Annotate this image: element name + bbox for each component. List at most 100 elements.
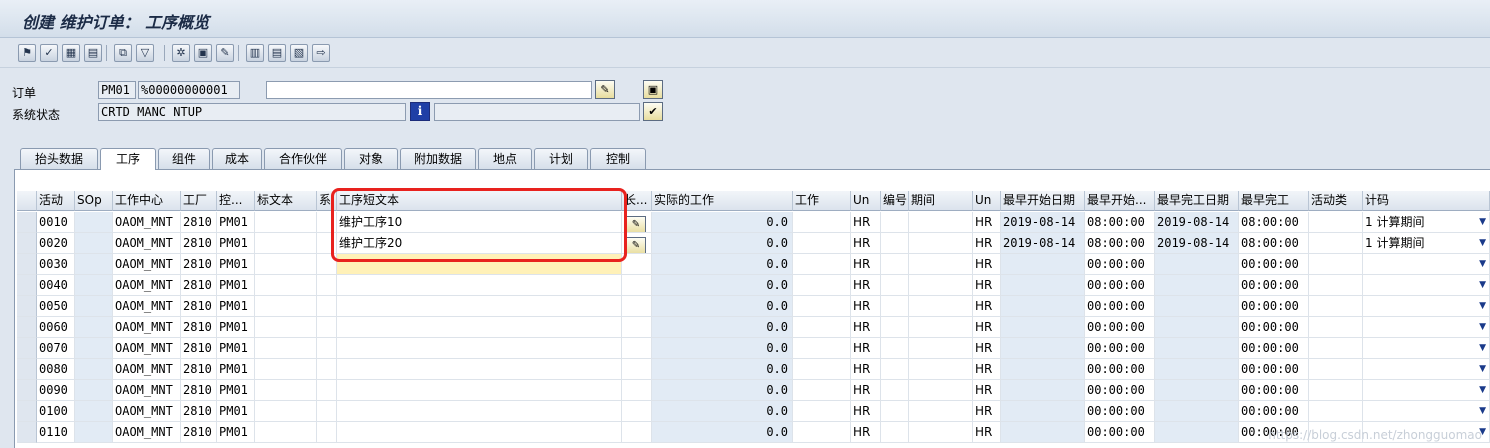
cell-col5[interactable] bbox=[255, 254, 317, 275]
cell-col12[interactable] bbox=[881, 212, 909, 233]
cell-plant[interactable]: 2810 bbox=[181, 380, 217, 401]
tab-7[interactable]: 地点 bbox=[478, 148, 532, 169]
cell-col19[interactable] bbox=[1309, 212, 1363, 233]
cell-plant[interactable]: 2810 bbox=[181, 359, 217, 380]
cell-col12[interactable] bbox=[881, 254, 909, 275]
hierarchy-button[interactable]: ⧉ bbox=[114, 44, 132, 62]
column-header-1[interactable]: SOp bbox=[75, 191, 113, 211]
column-header-18[interactable]: 最早完工 bbox=[1239, 191, 1309, 211]
cell-col1[interactable] bbox=[75, 317, 113, 338]
row-selector[interactable] bbox=[17, 422, 37, 443]
cell-col10[interactable] bbox=[793, 275, 851, 296]
cell-col10[interactable] bbox=[793, 212, 851, 233]
cell-ctrl[interactable]: PM01 bbox=[217, 359, 255, 380]
cell-text[interactable] bbox=[337, 359, 622, 380]
tab-5[interactable]: 对象 bbox=[344, 148, 398, 169]
cell-calc[interactable]: 1 计算期间 ▼ bbox=[1363, 212, 1490, 233]
cell-ctrl[interactable]: PM01 bbox=[217, 338, 255, 359]
column-header-2[interactable]: 工作中心 bbox=[113, 191, 181, 211]
cell-col6[interactable] bbox=[317, 275, 337, 296]
cell-wc[interactable]: OAOM_MNT bbox=[113, 275, 181, 296]
cell-text[interactable] bbox=[337, 296, 622, 317]
cell-col1[interactable] bbox=[75, 401, 113, 422]
header-flag-button[interactable]: ⚑ bbox=[18, 44, 36, 62]
cell-plant[interactable]: 2810 bbox=[181, 401, 217, 422]
print-button[interactable]: ▤ bbox=[268, 44, 286, 62]
cell-text[interactable] bbox=[337, 317, 622, 338]
cell-longtext[interactable]: ✎ bbox=[622, 212, 652, 233]
cell-plant[interactable]: 2810 bbox=[181, 296, 217, 317]
cell-calc[interactable]: 1 计算期间 ▼ bbox=[1363, 233, 1490, 254]
cell-calc[interactable]: ▼ bbox=[1363, 380, 1490, 401]
chevron-down-icon[interactable]: ▼ bbox=[1479, 233, 1486, 253]
cell-ctrl[interactable]: PM01 bbox=[217, 233, 255, 254]
column-header-6[interactable]: 系 bbox=[317, 191, 337, 211]
cell-col12[interactable] bbox=[881, 401, 909, 422]
cell-ctrl[interactable]: PM01 bbox=[217, 296, 255, 317]
check-button[interactable]: ✓ bbox=[40, 44, 58, 62]
cell-col10[interactable] bbox=[793, 338, 851, 359]
cell-col1[interactable] bbox=[75, 380, 113, 401]
cell-calc[interactable]: ▼ bbox=[1363, 338, 1490, 359]
tab-8[interactable]: 计划 bbox=[534, 148, 588, 169]
cell-text[interactable] bbox=[337, 380, 622, 401]
cell-col10[interactable] bbox=[793, 401, 851, 422]
cell-col10[interactable] bbox=[793, 380, 851, 401]
column-header-7[interactable]: 工序短文本 bbox=[337, 191, 622, 211]
cell-col19[interactable] bbox=[1309, 338, 1363, 359]
column-header-10[interactable]: 工作 bbox=[793, 191, 851, 211]
status-approve-button[interactable]: ✔ bbox=[643, 102, 663, 121]
cell-col6[interactable] bbox=[317, 296, 337, 317]
cell-col6[interactable] bbox=[317, 422, 337, 443]
cell-col6[interactable] bbox=[317, 212, 337, 233]
cell-col6[interactable] bbox=[317, 254, 337, 275]
chevron-down-icon[interactable]: ▼ bbox=[1479, 317, 1486, 337]
cell-col5[interactable] bbox=[255, 422, 317, 443]
cell-col1[interactable] bbox=[75, 212, 113, 233]
row-selector[interactable] bbox=[17, 275, 37, 296]
cell-plant[interactable]: 2810 bbox=[181, 233, 217, 254]
row-selector[interactable] bbox=[17, 212, 37, 233]
cell-text[interactable]: 维护工序20 bbox=[337, 233, 622, 254]
cell-col13[interactable] bbox=[909, 275, 973, 296]
cell-text[interactable] bbox=[337, 254, 622, 275]
cell-col12[interactable] bbox=[881, 296, 909, 317]
cell-plant[interactable]: 2810 bbox=[181, 422, 217, 443]
tab-3[interactable]: 成本 bbox=[212, 148, 262, 169]
column-header-0[interactable]: 活动 bbox=[37, 191, 75, 211]
cell-col1[interactable] bbox=[75, 233, 113, 254]
tab-2[interactable]: 组件 bbox=[158, 148, 210, 169]
row-selector[interactable] bbox=[17, 233, 37, 254]
pencil-button[interactable]: ✎ bbox=[216, 44, 234, 62]
cell-col13[interactable] bbox=[909, 212, 973, 233]
status-info-button[interactable]: i bbox=[410, 102, 430, 121]
cell-ctrl[interactable]: PM01 bbox=[217, 401, 255, 422]
cell-col5[interactable] bbox=[255, 275, 317, 296]
cell-col6[interactable] bbox=[317, 338, 337, 359]
cell-col5[interactable] bbox=[255, 296, 317, 317]
order-description-input[interactable] bbox=[266, 81, 592, 99]
cell-col10[interactable] bbox=[793, 317, 851, 338]
network-button[interactable]: ✲ bbox=[172, 44, 190, 62]
cell-col10[interactable] bbox=[793, 254, 851, 275]
cell-col5[interactable] bbox=[255, 338, 317, 359]
cell-col12[interactable] bbox=[881, 317, 909, 338]
cell-calc[interactable]: ▼ bbox=[1363, 401, 1490, 422]
chevron-down-icon[interactable]: ▼ bbox=[1479, 359, 1486, 379]
row-selector[interactable] bbox=[17, 254, 37, 275]
cell-col5[interactable] bbox=[255, 317, 317, 338]
cell-plant[interactable]: 2810 bbox=[181, 317, 217, 338]
cell-plant[interactable]: 2810 bbox=[181, 338, 217, 359]
cell-calc[interactable]: ▼ bbox=[1363, 359, 1490, 380]
cell-col13[interactable] bbox=[909, 380, 973, 401]
cell-col5[interactable] bbox=[255, 212, 317, 233]
row-selector[interactable] bbox=[17, 359, 37, 380]
chevron-down-icon[interactable]: ▼ bbox=[1479, 380, 1486, 400]
column-header-16[interactable]: 最早开始... bbox=[1085, 191, 1155, 211]
cell-col19[interactable] bbox=[1309, 275, 1363, 296]
cell-col6[interactable] bbox=[317, 401, 337, 422]
clipboard-button[interactable]: ▥ bbox=[246, 44, 264, 62]
cell-calc[interactable]: ▼ bbox=[1363, 296, 1490, 317]
cell-col13[interactable] bbox=[909, 233, 973, 254]
chevron-down-icon[interactable]: ▼ bbox=[1479, 254, 1486, 274]
